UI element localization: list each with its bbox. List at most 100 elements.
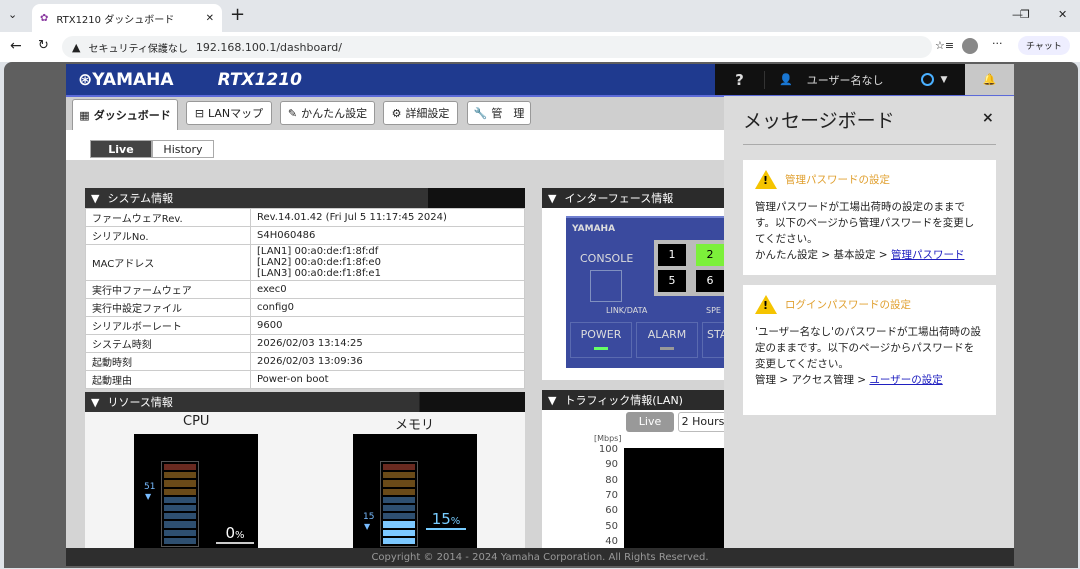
system-info-table: ファームウェアRev. Rev.14.01.42 (Fri Jul 5 11:17… <box>85 208 525 389</box>
nav-easy-setup[interactable]: ✎ かんたん設定 <box>280 101 375 125</box>
favorites-list-icon[interactable]: ☆≡ <box>935 39 954 52</box>
cpu-value: 0 <box>225 524 236 542</box>
tab-list-icon[interactable]: ⌄ <box>8 8 17 21</box>
y-tick-label: 70 <box>605 489 618 501</box>
dashboard-icon: ▦ <box>79 108 90 122</box>
alarm-indicator: ALARM <box>636 322 698 358</box>
traffic-2hours-button[interactable]: 2 Hours <box>678 412 728 432</box>
peak-marker-icon: ▼ <box>145 492 152 501</box>
peak-marker-icon: ▼ <box>364 522 371 531</box>
header-tools: ? 👤 ユーザー名なし ▼ <box>715 64 965 95</box>
gauge-segment <box>383 464 415 471</box>
url-field[interactable]: ▲ セキュリティ保護なし 192.168.100.1/dashboard/ <box>62 36 932 58</box>
divider <box>743 144 996 145</box>
panel-title: トラフィック情報(LAN) <box>564 394 683 407</box>
nav-advanced[interactable]: ⚙ 詳細設定 <box>383 101 458 125</box>
port-2[interactable]: 2 <box>696 244 724 266</box>
gauge-segment <box>383 529 415 536</box>
warning-icon: ▲ <box>72 40 81 54</box>
more-icon[interactable]: ··· <box>992 37 1003 50</box>
gauge-segment <box>383 505 415 512</box>
back-icon[interactable]: ← <box>10 38 22 54</box>
row-value: 2026/02/03 13:09:36 <box>250 352 525 371</box>
wand-icon: ✎ <box>287 106 298 120</box>
status-circle-icon[interactable] <box>921 73 935 86</box>
wrench-icon: 🔧 <box>473 106 488 120</box>
gauge-segment <box>383 472 415 479</box>
gauge-segment <box>164 472 196 479</box>
memory-peak: 15 <box>363 512 375 522</box>
close-window-icon[interactable]: ✕ <box>1058 8 1067 21</box>
admin-password-link[interactable]: 管理パスワード <box>891 249 965 261</box>
memory-meter: 15 ▼ 15% <box>353 434 477 548</box>
gauge-segment <box>383 488 415 495</box>
favicon-icon: ✿ <box>40 12 49 24</box>
live-tab[interactable]: Live <box>90 140 152 158</box>
user-settings-link[interactable]: ユーザーの設定 <box>869 374 942 386</box>
close-tab-icon[interactable]: ✕ <box>206 13 214 24</box>
gauge-segment <box>383 496 415 504</box>
user-name[interactable]: ユーザー名なし <box>807 72 884 88</box>
close-icon[interactable]: × <box>982 110 994 126</box>
speed-label: SPE <box>706 306 721 315</box>
warning-icon <box>755 170 777 189</box>
table-row: 起動理由 Power-on boot <box>85 370 525 389</box>
traffic-live-button[interactable]: Live <box>626 412 674 432</box>
notification-bell-icon[interactable]: 🔔 <box>965 64 1014 95</box>
gauge-segment <box>164 480 196 487</box>
collapse-icon[interactable]: ▼ <box>548 192 556 205</box>
collapse-icon[interactable]: ▼ <box>91 396 99 409</box>
row-key: シリアルボーレート <box>85 316 251 335</box>
y-tick-label: 50 <box>605 520 618 532</box>
browser-tab-bar: ⌄ ✿ RTX1210 ダッシュボード ✕ + — ❐ ✕ <box>0 0 1080 32</box>
cpu-bar-gauge <box>161 461 199 547</box>
gauge-segment <box>383 513 415 520</box>
unit: % <box>235 530 245 541</box>
collapse-icon[interactable]: ▼ <box>548 394 556 407</box>
gauge-segment <box>164 505 196 512</box>
nav-lan-map[interactable]: ⊟ LANマップ <box>186 101 272 125</box>
memory-bar-gauge <box>380 461 418 547</box>
alarm-label: ALARM <box>647 328 687 341</box>
table-row: シリアルボーレート 9600 <box>85 316 525 335</box>
y-axis-unit: [Mbps] <box>594 434 622 443</box>
gauge-segment <box>383 537 415 545</box>
port-1[interactable]: 1 <box>658 244 686 266</box>
yamaha-logo: ⊛YAMAHA <box>78 69 174 90</box>
nav-management[interactable]: 🔧 管 理 <box>467 101 531 125</box>
gauge-segment <box>383 521 415 528</box>
url-text: 192.168.100.1/dashboard/ <box>195 40 342 54</box>
new-tab-icon[interactable]: + <box>230 4 245 25</box>
browser-tab[interactable]: ✿ RTX1210 ダッシュボード ✕ <box>32 4 222 32</box>
row-key: システム時刻 <box>85 334 251 353</box>
nav-label: ダッシュボード <box>93 109 171 122</box>
cpu-peak: 51 <box>144 482 156 492</box>
gauge-segment <box>164 464 196 471</box>
profile-avatar[interactable] <box>962 38 978 54</box>
help-button[interactable]: ? <box>715 70 765 89</box>
reload-icon[interactable]: ↻ <box>38 38 49 53</box>
row-value: exec0 <box>250 280 525 299</box>
port-6[interactable]: 6 <box>696 270 724 292</box>
port-5[interactable]: 5 <box>658 270 686 292</box>
chat-button[interactable]: チャット <box>1018 36 1070 55</box>
panel-title: システム情報 <box>107 192 174 205</box>
status-label: STA <box>707 328 724 341</box>
collapse-icon[interactable]: ▼ <box>91 192 99 205</box>
memory-label: メモリ <box>395 418 435 433</box>
status-indicator: STA <box>702 322 724 358</box>
gauge-segment <box>164 521 196 528</box>
system-info-panel: ▼ システム情報 ファームウェアRev. Rev.14.01.42 (Fri Jul… <box>85 188 525 389</box>
row-key: 実行中ファームウェア <box>85 280 251 299</box>
row-key: ファームウェアRev. <box>85 208 251 227</box>
warning-icon <box>755 295 777 314</box>
chat-label: チャット <box>1026 42 1062 52</box>
gauge-segment <box>164 496 196 504</box>
history-tab[interactable]: History <box>152 140 214 158</box>
nav-dashboard[interactable]: ▦ ダッシュボード <box>72 99 178 130</box>
chevron-down-icon[interactable]: ▼ <box>940 75 947 85</box>
gear-icon: ⚙ <box>391 106 402 120</box>
maximize-icon[interactable]: ❐ <box>1020 8 1030 21</box>
message-title: 管理パスワードの設定 <box>785 173 890 186</box>
gauge-segment <box>164 488 196 495</box>
